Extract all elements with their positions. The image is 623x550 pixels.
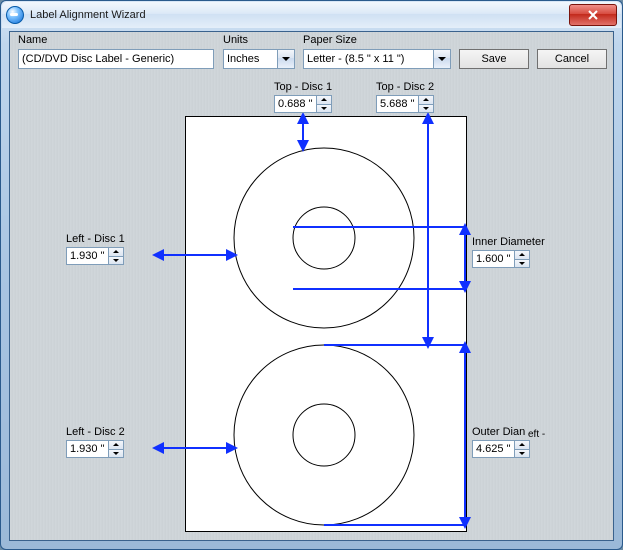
spinner-buttons[interactable] (514, 441, 529, 457)
app-icon (6, 6, 24, 24)
paper-size-label: Paper Size (303, 34, 357, 46)
left-disc2-spinner[interactable]: 1.930 " (66, 440, 124, 458)
top-disc2-label: Top - Disc 2 (376, 81, 434, 93)
disc2-outer (234, 345, 414, 525)
disc1-outer (234, 148, 414, 328)
paper-size-combo[interactable]: Letter - (8.5 " x 11 ") (303, 49, 451, 69)
close-icon (587, 10, 599, 20)
spinner-buttons[interactable] (108, 248, 123, 264)
spinner-buttons[interactable] (514, 251, 529, 267)
paper-size-value: Letter - (8.5 " x 11 ") (304, 53, 433, 65)
diagram-overlay (10, 78, 615, 542)
close-button[interactable] (569, 4, 617, 26)
outer-diameter-label-trail: eft - (528, 429, 545, 440)
form-row: Name Units Inches Paper Size Letter - (8… (14, 34, 609, 76)
spinner-buttons[interactable] (108, 441, 123, 457)
units-value: Inches (224, 53, 277, 65)
top-disc1-spinner[interactable]: 0.688 " (274, 95, 332, 113)
cancel-button[interactable]: Cancel (537, 49, 607, 69)
inner-diameter-label: Inner Diameter (472, 236, 545, 248)
outer-diameter-spinner[interactable]: 4.625 " (472, 440, 530, 458)
spinner-buttons[interactable] (418, 96, 433, 112)
chevron-down-icon (277, 50, 294, 68)
window-title: Label Alignment Wizard (30, 9, 146, 21)
name-label: Name (18, 34, 47, 46)
client-area: Name Units Inches Paper Size Letter - (8… (9, 31, 614, 541)
units-combo[interactable]: Inches (223, 49, 295, 69)
inner-diameter-spinner[interactable]: 1.600 " (472, 250, 530, 268)
left-disc1-spinner[interactable]: 1.930 " (66, 247, 124, 265)
top-disc1-label: Top - Disc 1 (274, 81, 332, 93)
disc2-inner (293, 404, 355, 466)
title-bar[interactable]: Label Alignment Wizard (2, 2, 621, 28)
top-disc2-spinner[interactable]: 5.688 " (376, 95, 434, 113)
spinner-buttons[interactable] (316, 96, 331, 112)
left-disc2-label: Left - Disc 2 (66, 426, 125, 438)
outer-diameter-label: Outer Dian (472, 426, 525, 438)
left-disc1-label: Left - Disc 1 (66, 233, 125, 245)
units-label: Units (223, 34, 248, 46)
name-input[interactable] (18, 49, 214, 69)
window-frame: Label Alignment Wizard Name Units Inches… (0, 0, 623, 550)
save-button[interactable]: Save (459, 49, 529, 69)
diagram-canvas: Top - Disc 1 0.688 " Top - Disc 2 5.688 … (10, 78, 613, 540)
disc1-inner (293, 207, 355, 269)
chevron-down-icon (433, 50, 450, 68)
